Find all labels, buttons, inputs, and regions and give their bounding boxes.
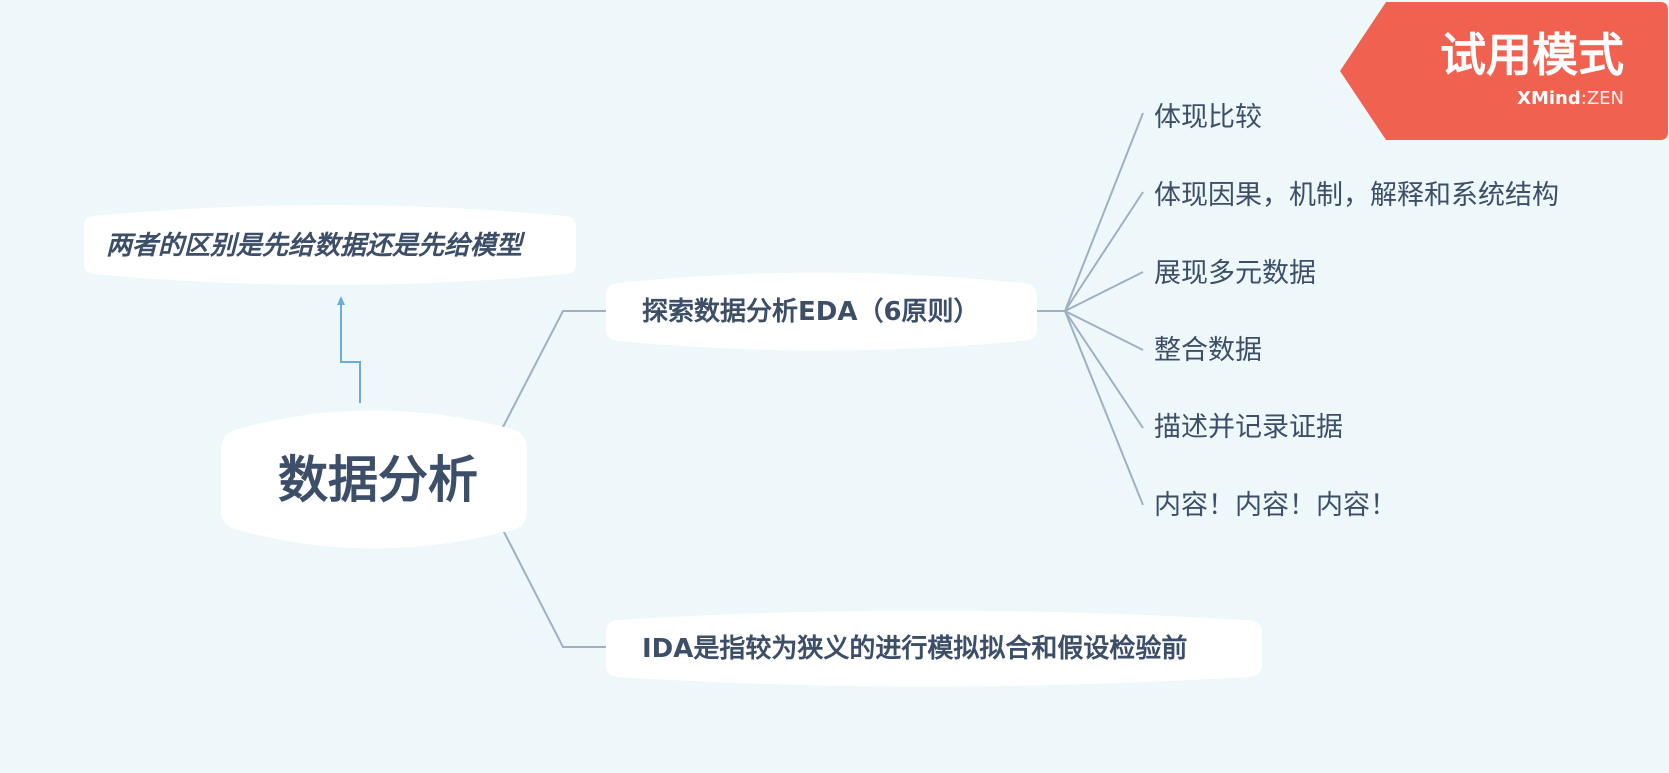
xmind-zen-brand: XMind:ZEN [1517,90,1624,108]
eda-child-6[interactable]: 内容！内容！内容！ [1154,492,1397,519]
connector-eda-child-4 [1064,310,1144,351]
eda-child-3[interactable]: 展现多元数据 [1154,260,1316,287]
brand-separator: : [1580,88,1587,109]
brand-bold: XMind [1517,88,1581,109]
eda-children-connectors [1037,112,1144,506]
connector-central-to-eda [502,310,606,428]
connector-eda-child-6 [1064,310,1144,506]
eda-topic-label: 探索数据分析EDA（6原则） [642,297,980,327]
eda-child-5[interactable]: 描述并记录证据 [1154,414,1343,441]
connector-central-to-ida [502,529,606,648]
ida-topic-label: IDA是指较为狭义的进行模拟拟合和假设检验前 [642,634,1188,664]
relationship-arrow-line [340,303,361,403]
central-topic-label: 数据分析 [278,451,478,509]
trial-mode-badge[interactable]: 试用模式 XMind:ZEN [1338,0,1669,142]
eda-child-4[interactable]: 整合数据 [1154,337,1262,364]
note-label: 两者的区别是先给数据还是先给模型 [106,231,523,261]
eda-child-2[interactable]: 体现因果，机制，解释和系统结构 [1154,182,1559,209]
brand-light: ZEN [1586,88,1624,109]
eda-child-1[interactable]: 体现比较 [1154,104,1262,131]
connector-eda-child-1 [1037,112,1144,312]
relationship-arrow-head [337,296,345,305]
trial-mode-title: 试用模式 [1440,28,1624,82]
